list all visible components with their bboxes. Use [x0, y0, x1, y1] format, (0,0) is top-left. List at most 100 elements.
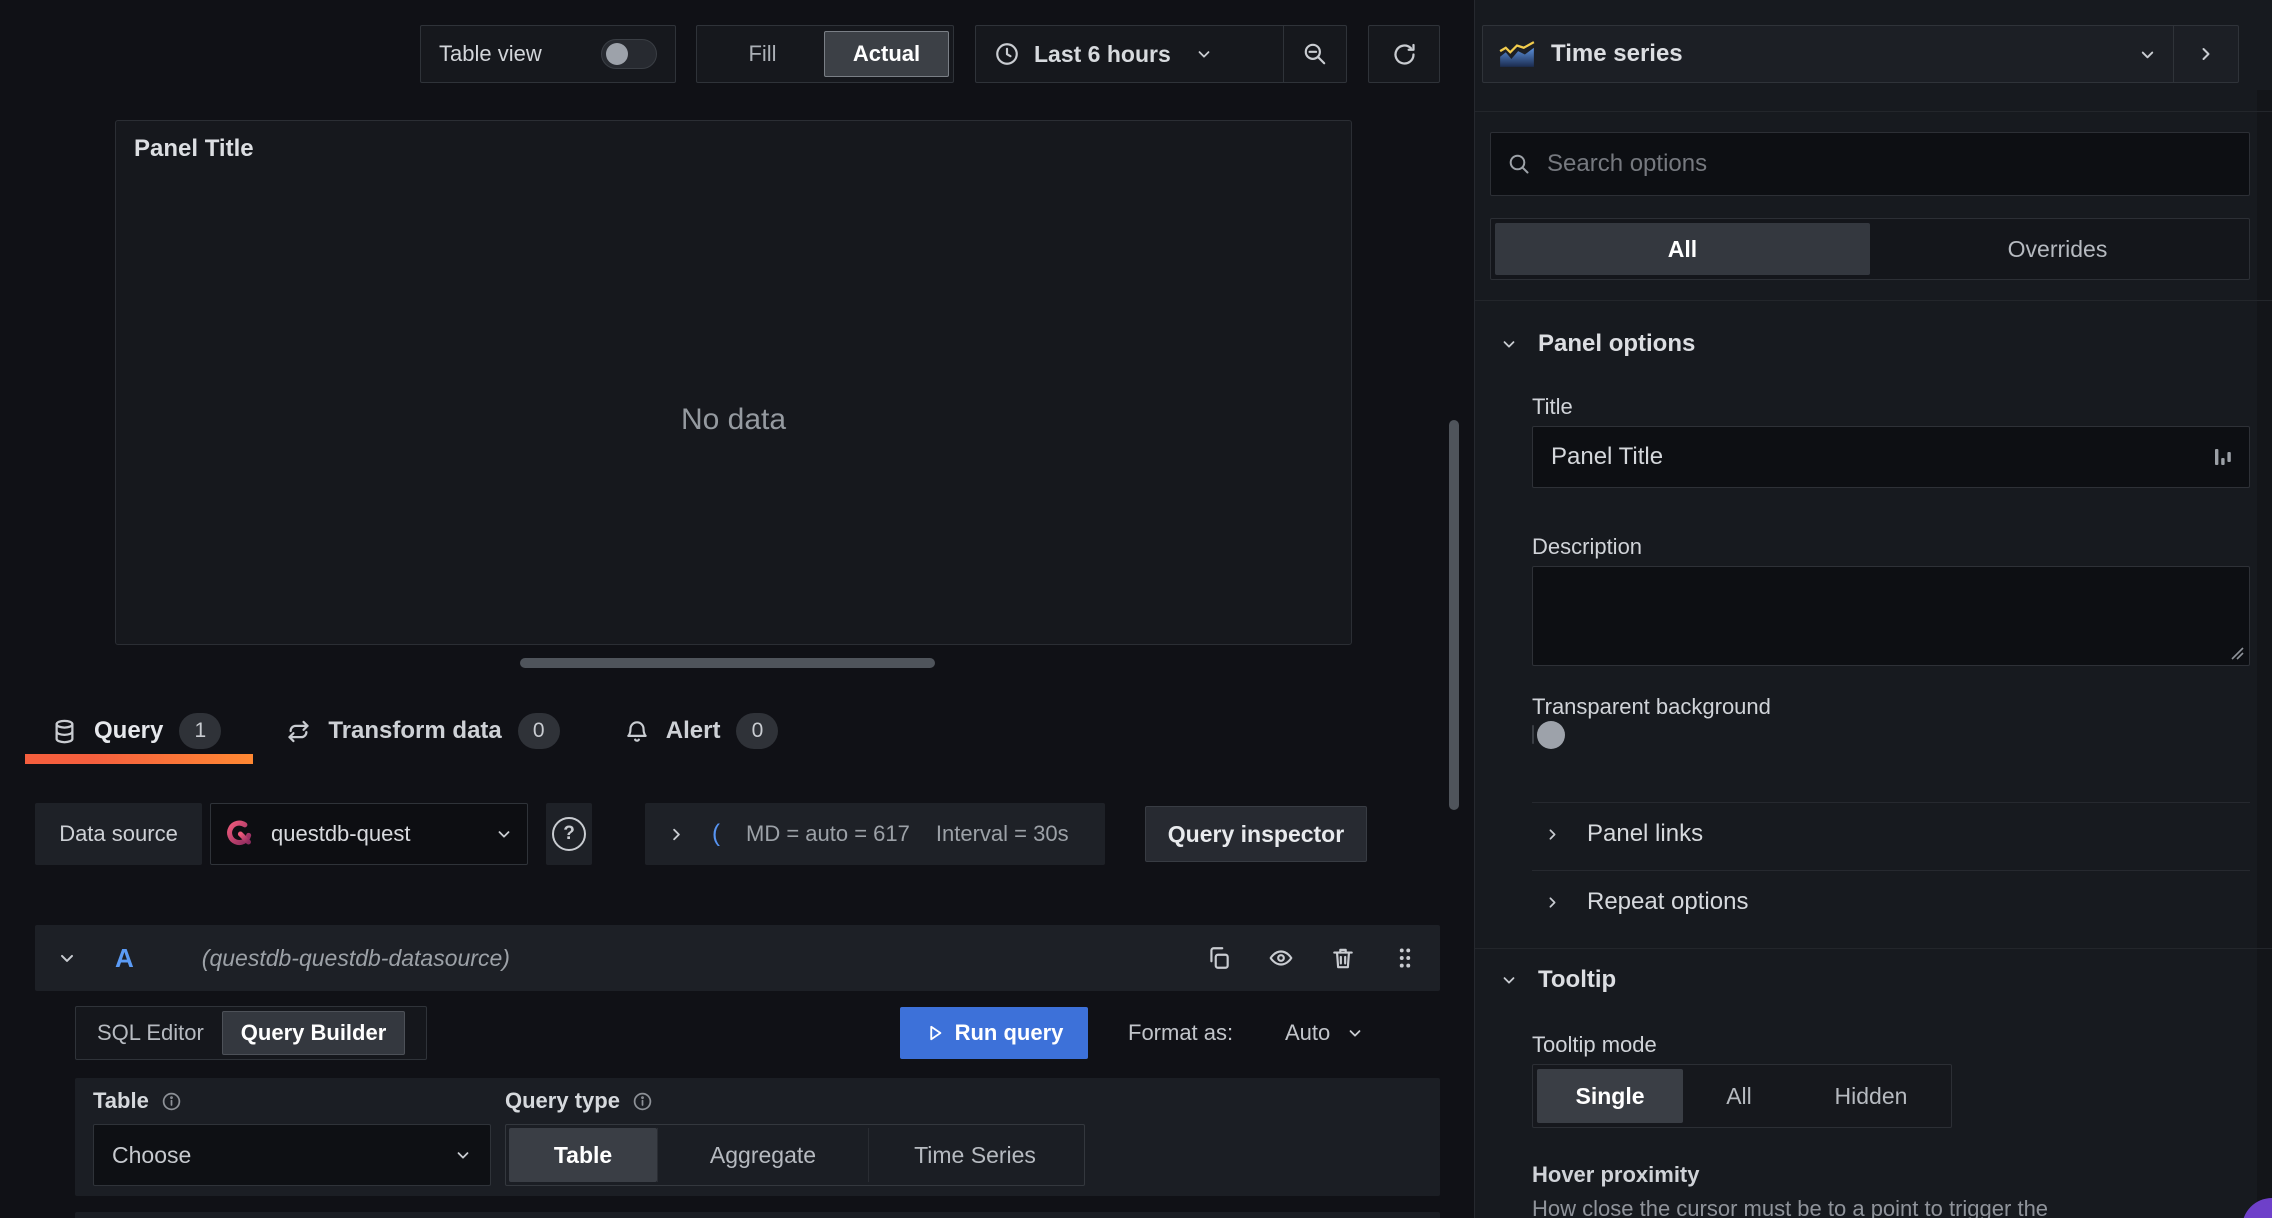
- fill-option[interactable]: Fill: [701, 31, 824, 77]
- search-options-field: [1490, 132, 2250, 196]
- query-type-time-series[interactable]: Time Series: [868, 1128, 1081, 1182]
- datasource-name: questdb-quest: [271, 821, 411, 846]
- query-options-summary[interactable]: ( MD = auto = 617 Interval = 30s: [645, 803, 1105, 865]
- transparent-bg-toggle[interactable]: [1532, 720, 1565, 749]
- tab-alert-label: Alert: [665, 717, 721, 744]
- eye-icon[interactable]: [1268, 945, 1294, 971]
- description-textarea[interactable]: [1532, 566, 2250, 666]
- query-inspector-button[interactable]: Query inspector: [1145, 806, 1367, 862]
- time-range-button[interactable]: Last 6 hours: [976, 26, 1283, 82]
- filter-tab-all[interactable]: All: [1495, 223, 1870, 275]
- chevron-right-icon: [2202, 48, 2210, 60]
- database-icon: [55, 719, 74, 743]
- repeat-options-section[interactable]: Repeat options: [1544, 888, 1748, 916]
- sql-editor-option[interactable]: SQL Editor: [79, 1011, 222, 1055]
- section-divider: [1475, 300, 2272, 301]
- filter-tab-overrides[interactable]: Overrides: [1870, 223, 2245, 275]
- run-query-button[interactable]: Run query: [900, 1007, 1088, 1059]
- info-icon[interactable]: [632, 1091, 653, 1112]
- no-data-message: No data: [680, 403, 787, 436]
- query-type-label-text: Query type: [505, 1088, 620, 1113]
- tooltip-mode-single[interactable]: Single: [1537, 1069, 1683, 1123]
- table-field-label: Table: [93, 1088, 182, 1114]
- tooltip-mode-all[interactable]: All: [1683, 1069, 1795, 1123]
- query-builder-card: Table Choose Query type Table Aggregate …: [75, 1078, 1440, 1196]
- table-select[interactable]: Choose: [93, 1124, 491, 1186]
- chevron-right-icon: [1549, 896, 1556, 908]
- copy-icon[interactable]: [1206, 945, 1232, 971]
- resize-corner-icon[interactable]: [2229, 645, 2245, 661]
- datasource-help-button[interactable]: ?: [546, 803, 592, 865]
- query-refid[interactable]: A: [115, 943, 134, 974]
- sidebar-collapse-button[interactable]: [2173, 26, 2238, 82]
- query-row-actions: [1206, 945, 1418, 971]
- panel-preview-title: Panel Title: [134, 135, 254, 162]
- chevron-down-icon: [1198, 51, 1210, 58]
- hover-proximity-help: How close the cursor must be to a point …: [1532, 1196, 2049, 1218]
- format-as-label: Format as:: [1128, 1020, 1234, 1045]
- time-range-label: Last 6 hours: [1034, 40, 1171, 67]
- collapse-chevron-down-icon[interactable]: [57, 948, 77, 968]
- chevron-down-icon[interactable]: [1346, 1024, 1364, 1042]
- repeat-options-label: Repeat options: [1587, 888, 1749, 915]
- transparent-bg-label: Transparent background: [1532, 694, 1771, 719]
- options-filter-tabs: All Overrides: [1490, 218, 2250, 280]
- transform-icon: [288, 720, 309, 742]
- tab-alert[interactable]: Alert 0: [592, 698, 811, 764]
- chevron-right-icon: [1549, 828, 1556, 840]
- tooltip-mode-hidden[interactable]: Hidden: [1795, 1069, 1947, 1123]
- chevron-down-icon: [457, 1152, 469, 1159]
- actual-option[interactable]: Actual: [824, 31, 949, 77]
- chevron-down-icon: [1503, 341, 1515, 348]
- table-view-label: Table view: [439, 41, 542, 66]
- format-as-value[interactable]: Auto: [1285, 1020, 1330, 1046]
- datasource-label: Data source: [35, 803, 202, 865]
- datasource-picker[interactable]: questdb-quest: [210, 803, 528, 865]
- time-series-viz-icon: [1499, 40, 1535, 67]
- search-options-input[interactable]: [1545, 149, 2233, 179]
- table-view-control: Table view: [420, 25, 676, 83]
- time-picker: Last 6 hours: [975, 25, 1347, 83]
- tab-transform-label: Transform data: [328, 717, 502, 744]
- tab-query[interactable]: Query 1: [25, 698, 254, 764]
- query-builder-option[interactable]: Query Builder: [221, 1011, 406, 1055]
- horizontal-scrollbar[interactable]: [520, 658, 935, 668]
- tooltip-section-header[interactable]: Tooltip: [1500, 966, 1616, 994]
- description-field-label: Description: [1532, 534, 1643, 559]
- clock-icon: [996, 43, 1018, 65]
- query-type-group: Table Aggregate Time Series: [505, 1124, 1085, 1186]
- panel-links-label: Panel links: [1587, 820, 1704, 847]
- grafana-panel-editor: Table view Fill Actual Last 6 hours Pane…: [0, 0, 2272, 1218]
- options-paren: (: [712, 820, 720, 847]
- sidebar-top-divider: [1475, 111, 2272, 112]
- panel-title-input[interactable]: [1549, 442, 2213, 472]
- tab-transform-badge: 0: [517, 713, 560, 749]
- section-divider: [1475, 948, 2272, 949]
- panel-links-section[interactable]: Panel links: [1544, 820, 1703, 848]
- info-icon[interactable]: [161, 1091, 182, 1112]
- fit-mode-group: Fill Actual: [696, 25, 954, 83]
- zoom-out-icon: [1304, 43, 1326, 65]
- tab-transform-data[interactable]: Transform data 0: [253, 698, 591, 764]
- title-field-label: Title: [1532, 394, 1573, 419]
- drag-grip-icon[interactable]: [1392, 945, 1418, 971]
- toggle-knob: [606, 43, 628, 65]
- table-select-value: Choose: [112, 1141, 192, 1168]
- tab-query-label: Query: [94, 717, 164, 744]
- chevron-right-icon: [673, 828, 680, 840]
- visualization-select[interactable]: Time series: [1483, 26, 2173, 82]
- query-type-table[interactable]: Table: [509, 1128, 657, 1182]
- query-row-a: A (questdb-questdb-datasource): [35, 925, 1440, 991]
- hover-proximity-label: Hover proximity: [1532, 1162, 1700, 1187]
- trash-icon[interactable]: [1330, 945, 1356, 971]
- panel-options-header[interactable]: Panel options: [1500, 330, 1695, 358]
- query-type-aggregate[interactable]: Aggregate: [657, 1128, 868, 1182]
- chevron-down-icon: [2141, 51, 2154, 58]
- pane-divider: [1474, 0, 1475, 1218]
- editor-mode-group: SQL Editor Query Builder: [75, 1006, 427, 1060]
- table-view-toggle[interactable]: [601, 39, 657, 69]
- tab-alert-badge: 0: [736, 713, 779, 749]
- zoom-out-button[interactable]: [1283, 26, 1346, 82]
- bars-icon: [2215, 449, 2231, 465]
- refresh-button[interactable]: [1368, 25, 1440, 83]
